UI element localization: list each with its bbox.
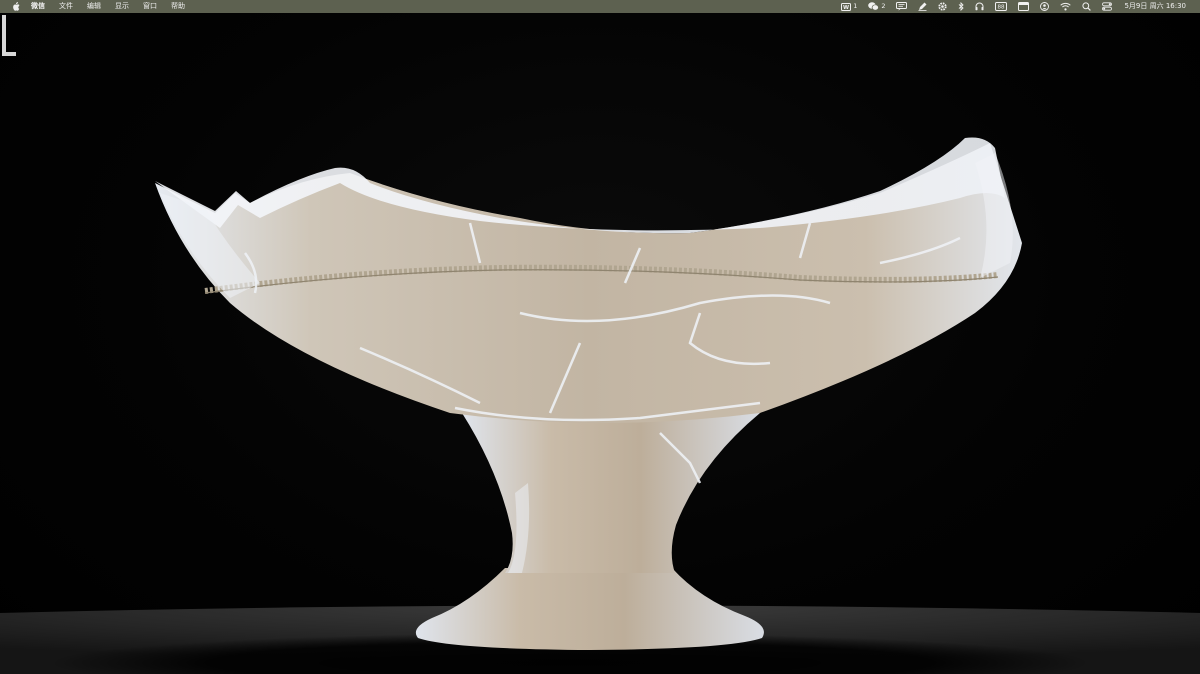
display-icon[interactable]: 88 [995,0,1008,13]
wifi-icon[interactable] [1060,0,1072,13]
menu-view[interactable]: 显示 [115,0,129,13]
mail-count: 1 [853,2,858,10]
desktop-screen: 微信 文件 编辑 显示 窗口 帮助 W 1 2 88 5月9日 周六 16:30 [0,0,1200,674]
menu-file[interactable]: 文件 [59,0,73,13]
chat-icon[interactable] [896,0,908,13]
control-center-icon[interactable] [1102,0,1113,13]
watermark-logo [2,15,16,56]
pen-icon[interactable] [918,0,927,13]
menu-bar: 微信 文件 编辑 显示 窗口 帮助 W 1 2 88 5月9日 周六 16:30 [0,0,1200,13]
menu-clock[interactable]: 5月9日 周六 16:30 [1124,0,1186,13]
svg-text:88: 88 [998,5,1005,11]
menu-bar-status: W 1 2 88 5月9日 周六 16:30 [830,0,1200,13]
bluetooth-icon[interactable] [958,0,965,13]
wechat-icon [868,2,880,11]
mail-icon: W [841,2,852,11]
svg-text:W: W [843,5,849,11]
menu-bar-left: 微信 文件 编辑 显示 窗口 帮助 [0,0,199,13]
bowl-foot [415,568,764,650]
photo-viewport [0,13,1200,674]
wechat-count: 2 [881,2,886,10]
menu-edit[interactable]: 编辑 [87,0,101,13]
pottery-photo [0,137,1200,674]
menu-app-name[interactable]: 微信 [31,0,45,13]
mail-status[interactable]: W 1 [841,0,857,13]
headphones-icon[interactable] [975,0,984,13]
menu-window[interactable]: 窗口 [143,0,157,13]
window-icon[interactable] [1018,0,1030,13]
wechat-status[interactable]: 2 [868,0,885,13]
settings-icon[interactable] [938,0,948,13]
menu-help[interactable]: 帮助 [171,0,185,13]
apple-logo-icon[interactable] [12,2,20,11]
bowl-stem [462,413,760,573]
user-icon[interactable] [1040,0,1050,13]
search-icon[interactable] [1082,0,1092,13]
